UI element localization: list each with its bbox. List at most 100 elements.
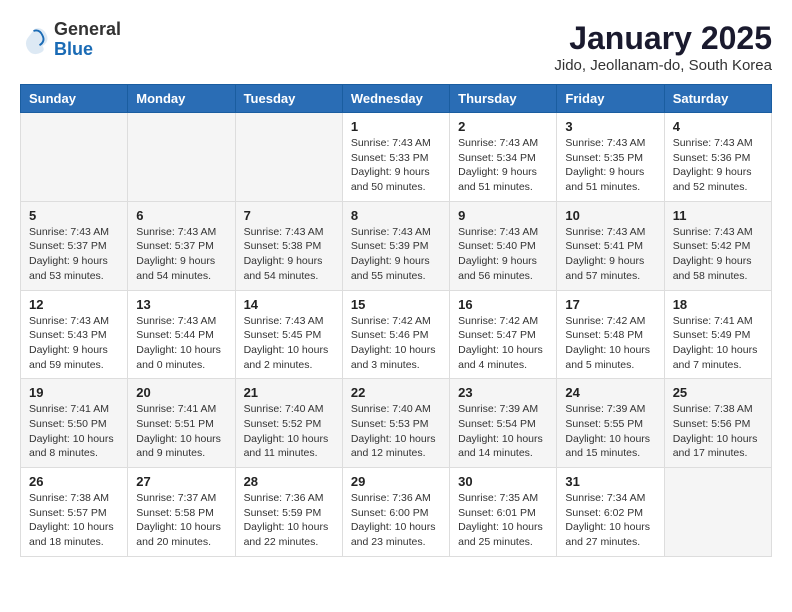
title-block: January 2025 Jido, Jeollanam-do, South K… <box>554 20 772 74</box>
calendar-cell: 6Sunrise: 7:43 AMSunset: 5:37 PMDaylight… <box>128 201 235 290</box>
day-number: 5 <box>29 208 119 223</box>
logo-text: General Blue <box>54 20 121 60</box>
day-number: 4 <box>673 119 763 134</box>
day-info: Sunrise: 7:43 AMSunset: 5:40 PMDaylight:… <box>458 225 548 284</box>
day-info: Sunrise: 7:42 AMSunset: 5:46 PMDaylight:… <box>351 314 441 373</box>
calendar-cell: 23 Sunrise: 7:39 AMSunset: 5:54 PMDayligh… <box>450 379 557 468</box>
day-info: Sunrise: 7:43 AMSunset: 5:36 PMDaylight:… <box>673 136 763 195</box>
day-number: 24 <box>565 385 655 400</box>
day-number: 25 <box>673 385 763 400</box>
weekday-header-sunday: Sunday <box>21 85 128 113</box>
calendar-cell: 7Sunrise: 7:43 AMSunset: 5:38 PMDaylight… <box>235 201 342 290</box>
calendar-cell: 22Sunrise: 7:40 AMSunset: 5:53 PMDayligh… <box>342 379 449 468</box>
day-number: 6 <box>136 208 226 223</box>
weekday-header-wednesday: Wednesday <box>342 85 449 113</box>
day-info: Sunrise: 7:43 AMSunset: 5:37 PMDaylight:… <box>29 225 119 284</box>
day-number: 20 <box>136 385 226 400</box>
weekday-header-thursday: Thursday <box>450 85 557 113</box>
day-number: 9 <box>458 208 548 223</box>
day-info: Sunrise: 7:41 AMSunset: 5:50 PMDaylight:… <box>29 402 119 461</box>
day-number: 30 <box>458 474 548 489</box>
day-number: 27 <box>136 474 226 489</box>
weekday-header-friday: Friday <box>557 85 664 113</box>
day-number: 16 <box>458 297 548 312</box>
calendar-cell: 5 Sunrise: 7:43 AMSunset: 5:37 PMDaylight… <box>21 201 128 290</box>
day-number: 10 <box>565 208 655 223</box>
day-number: 8 <box>351 208 441 223</box>
day-info: Sunrise: 7:38 AMSunset: 5:56 PMDaylight:… <box>673 402 763 461</box>
day-number: 26 <box>29 474 119 489</box>
calendar-cell: 20 Sunrise: 7:41 AMSunset: 5:51 PMDayligh… <box>128 379 235 468</box>
day-number: 14 <box>244 297 334 312</box>
day-info: Sunrise: 7:43 AMSunset: 5:41 PMDaylight:… <box>565 225 655 284</box>
day-number: 15 <box>351 297 441 312</box>
day-info: Sunrise: 7:39 AMSunset: 5:54 PMDaylight:… <box>458 402 548 461</box>
day-info: Sunrise: 7:34 AMSunset: 6:02 PMDaylight:… <box>565 491 655 550</box>
week-row-5: 26 Sunrise: 7:38 AMSunset: 5:57 PMDayligh… <box>21 468 772 557</box>
calendar-cell: 10 Sunrise: 7:43 AMSunset: 5:41 PMDayligh… <box>557 201 664 290</box>
day-number: 23 <box>458 385 548 400</box>
weekday-header-row: SundayMondayTuesdayWednesdayThursdayFrid… <box>21 85 772 113</box>
day-number: 2 <box>458 119 548 134</box>
day-number: 28 <box>244 474 334 489</box>
day-number: 29 <box>351 474 441 489</box>
calendar-title: January 2025 <box>554 20 772 57</box>
day-info: Sunrise: 7:37 AMSunset: 5:58 PMDaylight:… <box>136 491 226 550</box>
weekday-header-saturday: Saturday <box>664 85 771 113</box>
calendar-cell: 27 Sunrise: 7:37 AMSunset: 5:58 PMDayligh… <box>128 468 235 557</box>
calendar-subtitle: Jido, Jeollanam-do, South Korea <box>554 57 772 74</box>
day-info: Sunrise: 7:38 AMSunset: 5:57 PMDaylight:… <box>29 491 119 550</box>
day-info: Sunrise: 7:36 AMSunset: 6:00 PMDaylight:… <box>351 491 441 550</box>
day-info: Sunrise: 7:35 AMSunset: 6:01 PMDaylight:… <box>458 491 548 550</box>
calendar-cell: 2 Sunrise: 7:43 AMSunset: 5:34 PMDaylight… <box>450 113 557 202</box>
weekday-header-monday: Monday <box>128 85 235 113</box>
day-number: 19 <box>29 385 119 400</box>
day-number: 18 <box>673 297 763 312</box>
day-info: Sunrise: 7:43 AMSunset: 5:34 PMDaylight:… <box>458 136 548 195</box>
calendar-cell: 29 Sunrise: 7:36 AMSunset: 6:00 PMDayligh… <box>342 468 449 557</box>
day-info: Sunrise: 7:43 AMSunset: 5:42 PMDaylight:… <box>673 225 763 284</box>
calendar-cell <box>21 113 128 202</box>
calendar-cell <box>235 113 342 202</box>
day-info: Sunrise: 7:40 AMSunset: 5:53 PMDaylight:… <box>351 402 441 461</box>
calendar-cell: 24 Sunrise: 7:39 AMSunset: 5:55 PMDayligh… <box>557 379 664 468</box>
week-row-1: 1Sunrise: 7:43 AMSunset: 5:33 PMDaylight… <box>21 113 772 202</box>
day-number: 1 <box>351 119 441 134</box>
calendar-cell: 4 Sunrise: 7:43 AMSunset: 5:36 PMDaylight… <box>664 113 771 202</box>
day-number: 7 <box>244 208 334 223</box>
day-info: Sunrise: 7:43 AMSunset: 5:39 PMDaylight:… <box>351 225 441 284</box>
day-info: Sunrise: 7:39 AMSunset: 5:55 PMDaylight:… <box>565 402 655 461</box>
calendar-cell: 9 Sunrise: 7:43 AMSunset: 5:40 PMDaylight… <box>450 201 557 290</box>
day-info: Sunrise: 7:42 AMSunset: 5:47 PMDaylight:… <box>458 314 548 373</box>
day-info: Sunrise: 7:43 AMSunset: 5:45 PMDaylight:… <box>244 314 334 373</box>
day-number: 21 <box>244 385 334 400</box>
calendar-cell: 18 Sunrise: 7:41 AMSunset: 5:49 PMDayligh… <box>664 290 771 379</box>
calendar-cell: 12Sunrise: 7:43 AMSunset: 5:43 PMDayligh… <box>21 290 128 379</box>
day-info: Sunrise: 7:41 AMSunset: 5:49 PMDaylight:… <box>673 314 763 373</box>
calendar-cell: 21 Sunrise: 7:40 AMSunset: 5:52 PMDayligh… <box>235 379 342 468</box>
calendar-cell: 19 Sunrise: 7:41 AMSunset: 5:50 PMDayligh… <box>21 379 128 468</box>
day-info: Sunrise: 7:43 AMSunset: 5:35 PMDaylight:… <box>565 136 655 195</box>
calendar-cell: 1Sunrise: 7:43 AMSunset: 5:33 PMDaylight… <box>342 113 449 202</box>
calendar-cell: 31 Sunrise: 7:34 AMSunset: 6:02 PMDayligh… <box>557 468 664 557</box>
calendar-cell: 8 Sunrise: 7:43 AMSunset: 5:39 PMDaylight… <box>342 201 449 290</box>
calendar-cell: 14 Sunrise: 7:43 AMSunset: 5:45 PMDayligh… <box>235 290 342 379</box>
day-info: Sunrise: 7:40 AMSunset: 5:52 PMDaylight:… <box>244 402 334 461</box>
day-number: 12 <box>29 297 119 312</box>
calendar-cell: 11Sunrise: 7:43 AMSunset: 5:42 PMDayligh… <box>664 201 771 290</box>
day-info: Sunrise: 7:43 AMSunset: 5:44 PMDaylight:… <box>136 314 226 373</box>
calendar-cell: 3Sunrise: 7:43 AMSunset: 5:35 PMDaylight… <box>557 113 664 202</box>
calendar-cell: 16 Sunrise: 7:42 AMSunset: 5:47 PMDayligh… <box>450 290 557 379</box>
day-number: 13 <box>136 297 226 312</box>
calendar-cell <box>664 468 771 557</box>
week-row-3: 12Sunrise: 7:43 AMSunset: 5:43 PMDayligh… <box>21 290 772 379</box>
page-header: General Blue January 2025 Jido, Jeollana… <box>20 20 772 74</box>
day-info: Sunrise: 7:42 AMSunset: 5:48 PMDaylight:… <box>565 314 655 373</box>
calendar-cell: 28 Sunrise: 7:36 AMSunset: 5:59 PMDayligh… <box>235 468 342 557</box>
day-number: 31 <box>565 474 655 489</box>
day-info: Sunrise: 7:41 AMSunset: 5:51 PMDaylight:… <box>136 402 226 461</box>
calendar-cell: 30 Sunrise: 7:35 AMSunset: 6:01 PMDayligh… <box>450 468 557 557</box>
weekday-header-tuesday: Tuesday <box>235 85 342 113</box>
logo-icon <box>20 25 50 55</box>
day-info: Sunrise: 7:36 AMSunset: 5:59 PMDaylight:… <box>244 491 334 550</box>
